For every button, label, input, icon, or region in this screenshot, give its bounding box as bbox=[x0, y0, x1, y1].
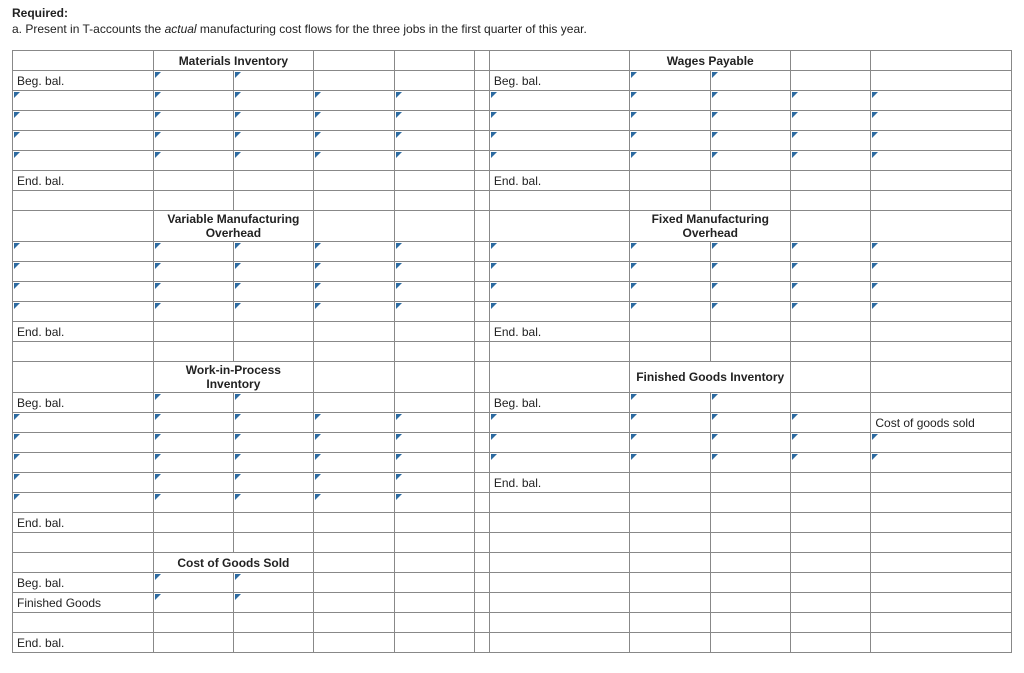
header-fixed-oh: Fixed Manufacturing Overhead bbox=[630, 211, 791, 242]
page: Required: a. Present in T-accounts the a… bbox=[0, 0, 1024, 673]
instruction-italic: actual bbox=[165, 22, 197, 36]
instruction-part1: Present in T-accounts the bbox=[25, 22, 164, 36]
header-materials: Materials Inventory bbox=[153, 51, 314, 71]
wip-beg-bal-label: Beg. bal. bbox=[13, 393, 154, 413]
cell[interactable] bbox=[13, 91, 154, 111]
cell[interactable] bbox=[314, 71, 394, 91]
cogs-end-bal-label: End. bal. bbox=[13, 633, 154, 653]
fg-end-bal-label: End. bal. bbox=[489, 473, 630, 493]
fixedoh-end-bal-label: End. bal. bbox=[489, 322, 630, 342]
fg-cogs-right-label: Cost of goods sold bbox=[871, 413, 1012, 433]
materials-beg-bal-label: Beg. bal. bbox=[13, 71, 154, 91]
materials-beg-debit[interactable] bbox=[153, 71, 233, 91]
instruction-part2: manufacturing cost flows for the three j… bbox=[197, 22, 587, 36]
header-wip: Work-in-Process Inventory bbox=[153, 362, 314, 393]
wages-beg-debit[interactable] bbox=[630, 71, 710, 91]
wages-beg-credit[interactable] bbox=[710, 71, 790, 91]
required-heading: Required: bbox=[12, 6, 1012, 20]
fg-beg-bal-label: Beg. bal. bbox=[489, 393, 630, 413]
materials-end-bal-label: End. bal. bbox=[13, 171, 154, 191]
wip-end-bal-label: End. bal. bbox=[13, 513, 154, 533]
wages-end-bal-label: End. bal. bbox=[489, 171, 630, 191]
header-fg: Finished Goods Inventory bbox=[630, 362, 791, 393]
cell[interactable] bbox=[394, 71, 474, 91]
cogs-fg-label: Finished Goods bbox=[13, 593, 154, 613]
instruction-prefix: a. bbox=[12, 22, 22, 36]
cell[interactable] bbox=[871, 71, 1012, 91]
instruction-line: a. Present in T-accounts the actual manu… bbox=[12, 22, 1012, 36]
header-wages: Wages Payable bbox=[630, 51, 791, 71]
varoh-end-bal-label: End. bal. bbox=[13, 322, 154, 342]
cogs-beg-bal-label: Beg. bal. bbox=[13, 573, 154, 593]
wages-beg-bal-label: Beg. bal. bbox=[489, 71, 630, 91]
materials-beg-credit[interactable] bbox=[233, 71, 313, 91]
t-accounts-table: Materials Inventory Wages Payable Beg. b… bbox=[12, 50, 1012, 653]
header-var-oh: Variable Manufacturing Overhead bbox=[153, 211, 314, 242]
cell[interactable] bbox=[791, 71, 871, 91]
header-cogs: Cost of Goods Sold bbox=[153, 553, 314, 573]
